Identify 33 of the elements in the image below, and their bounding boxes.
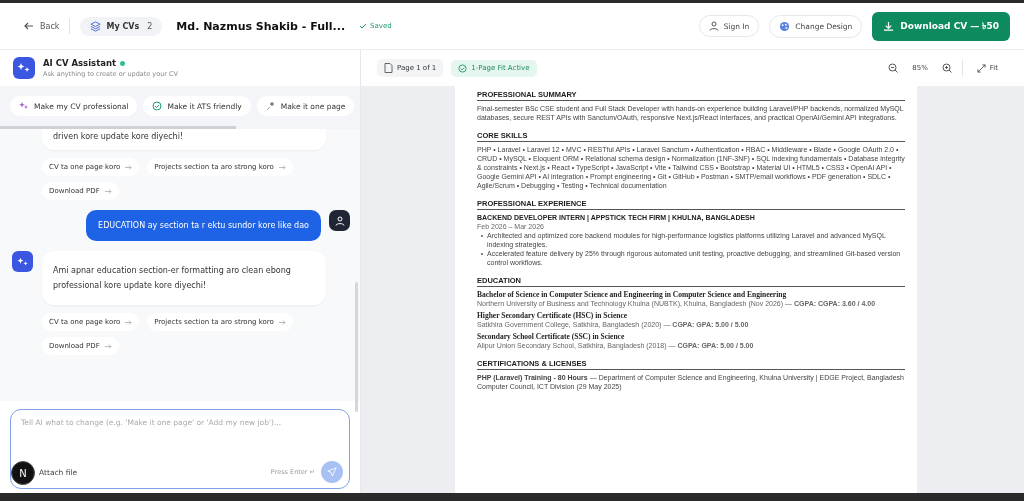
back-link[interactable]: Back xyxy=(24,21,60,31)
assistant-message: Ami apnar education section-er formatting aro clean ebong professional kore update kore diyechi! xyxy=(42,251,326,305)
zoom-in-icon[interactable] xyxy=(939,61,954,75)
user-icon xyxy=(708,21,719,31)
layers-icon xyxy=(90,20,102,32)
user-avatar-icon xyxy=(329,210,350,231)
sparkle-icon xyxy=(19,101,29,111)
download-cv-button[interactable]: Download CV — ৳50 xyxy=(872,11,1010,41)
assistant-avatar-icon xyxy=(12,251,33,272)
assistant-title: AI CV Assistant xyxy=(43,58,117,68)
document-icon xyxy=(384,63,393,73)
back-arrow-icon xyxy=(24,21,34,31)
wand-icon xyxy=(265,101,276,111)
check-circle-icon xyxy=(458,63,468,73)
arrow-right-icon xyxy=(278,164,286,170)
sparkle-logo-icon xyxy=(13,57,35,79)
user-message: EDUCATION ay section ta r ektu sundor kore like dao xyxy=(86,210,321,241)
my-cvs-button[interactable]: My CVs 2 xyxy=(80,16,163,36)
assistant-message: driven kore update kore diyechi! xyxy=(42,129,326,150)
palette-icon xyxy=(779,20,791,32)
arrow-right-icon xyxy=(125,319,133,325)
check-circle-icon xyxy=(152,101,163,111)
dev-badge[interactable]: N xyxy=(11,461,35,485)
check-icon xyxy=(359,22,368,30)
send-icon xyxy=(327,466,337,478)
arrow-right-icon xyxy=(104,188,112,194)
arrow-right-icon xyxy=(278,319,286,325)
arrow-right-icon xyxy=(125,164,133,170)
expand-icon xyxy=(976,63,986,73)
download-icon xyxy=(883,20,895,32)
document-title: Md. Nazmus Shakib - Full... xyxy=(176,19,346,33)
arrow-right-icon xyxy=(104,343,112,349)
cv-count: 2 xyxy=(147,21,153,31)
